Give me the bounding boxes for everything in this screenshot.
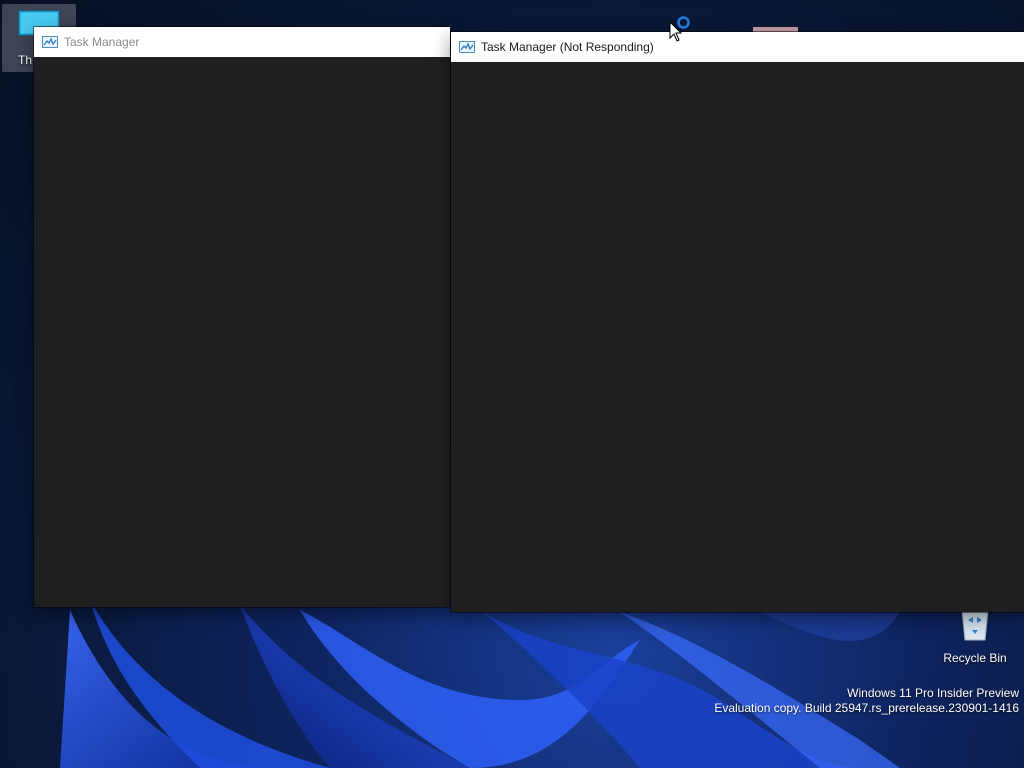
- window-titlebar[interactable]: Task Manager (Not Responding): [451, 32, 1024, 62]
- window-content: [34, 57, 450, 607]
- task-manager-icon: [42, 36, 58, 48]
- watermark-build: Evaluation copy. Build 25947.rs_prerelea…: [714, 701, 1019, 715]
- watermark-edition: Windows 11 Pro Insider Preview: [847, 686, 1019, 700]
- window-title: Task Manager: [64, 35, 140, 49]
- busy-pointer-icon: [669, 16, 690, 42]
- task-manager-not-responding-window[interactable]: Task Manager (Not Responding): [451, 32, 1024, 612]
- desktop-icon-label: Recycle Bin: [943, 651, 1007, 665]
- task-manager-window[interactable]: Task Manager: [34, 27, 450, 607]
- desktop-icon-recycle-bin[interactable]: Recycle Bin: [938, 604, 1012, 665]
- window-titlebar[interactable]: Task Manager: [34, 27, 450, 57]
- window-title: Task Manager (Not Responding): [481, 40, 654, 54]
- task-manager-icon: [459, 41, 475, 53]
- window-content: [451, 62, 1024, 612]
- desktop: Th Recycle Bin Windows 11 Pro Insider Pr…: [0, 0, 1024, 768]
- windows-eval-watermark: Windows 11 Pro Insider Preview Evaluatio…: [714, 686, 1019, 716]
